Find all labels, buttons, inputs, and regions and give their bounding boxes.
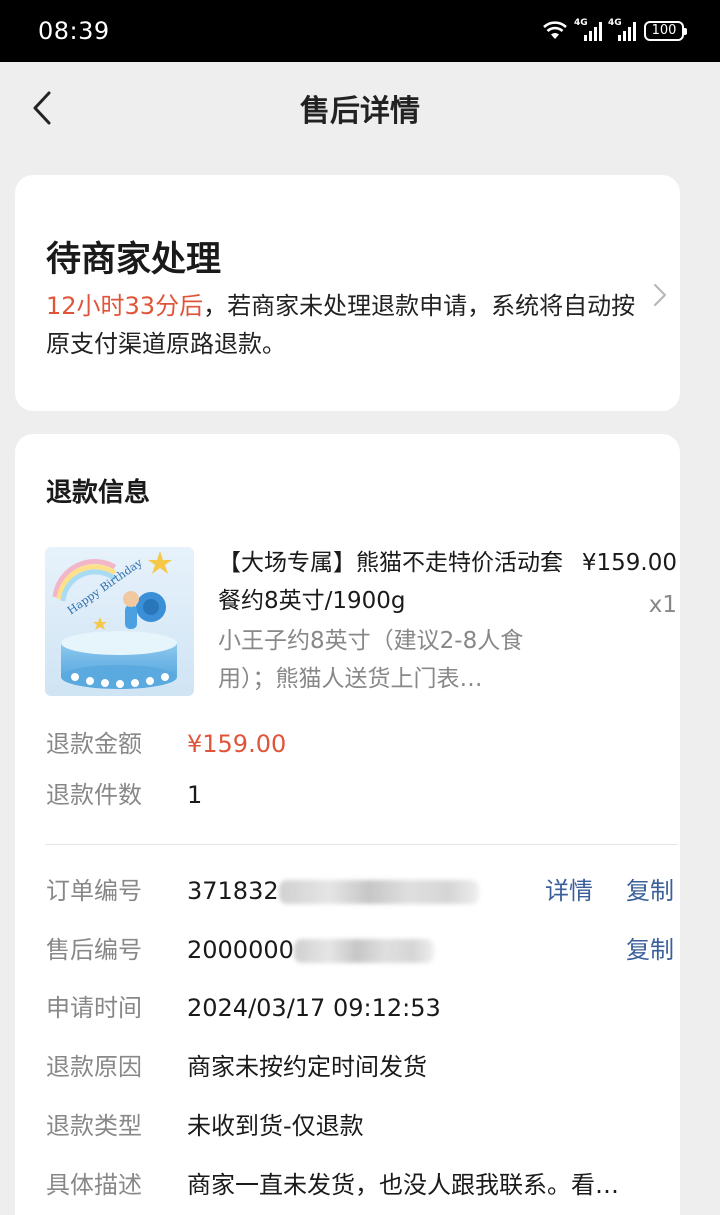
refund-count-value: 1 [187,781,203,809]
after-sale-number-label: 售后编号 [46,936,142,964]
apply-time-label: 申请时间 [46,994,142,1022]
refund-amount-value: ¥159.00 [187,730,287,758]
countdown-text: 12小时33分后 [46,292,204,320]
product-name[interactable]: 【大场专属】熊猫不走特价活动套餐约8英寸/1900g [218,544,563,620]
refund-type-label: 退款类型 [46,1112,142,1140]
signal-label: 4G [608,18,622,28]
after-sale-number-row: 售后编号 2000000 [46,932,434,968]
product-price: ¥159.00 [581,550,677,576]
apply-time-row: 申请时间 2024/03/17 09:12:53 [46,990,441,1026]
status-description: 12小时33分后，若商家未处理退款申请，系统将自动按原支付渠道原路退款。 [46,287,636,363]
order-number-text: 371832 [187,877,279,905]
status-title: 待商家处理 [46,240,222,280]
product-quantity: x1 [648,592,677,618]
status-time: 08:39 [38,17,110,45]
refund-reason-value: 商家未按约定时间发货 [187,1053,427,1081]
status-bar: 08:39 4G 4G 100 [0,0,720,62]
order-number-label: 订单编号 [46,877,142,905]
refund-info-card: 退款信息 Happy Birthday 【大场专属】熊猫不走特价活动套餐约8英寸… [15,434,680,1215]
refund-amount-row: 退款金额 ¥159.00 [46,726,286,762]
chevron-left-icon [33,91,51,125]
refund-count-label: 退款件数 [46,781,142,809]
copy-order-number-button[interactable]: 复制 [626,873,674,909]
refund-type-value: 未收到货-仅退款 [187,1112,364,1140]
refund-amount-label: 退款金额 [46,730,142,758]
signal-icon: 4G [574,18,602,41]
battery-icon: 100 [644,21,687,41]
order-number-value: 371832 [187,873,479,909]
copy-after-sale-number-button[interactable]: 复制 [626,932,674,968]
back-button[interactable] [26,88,58,128]
refund-reason-row: 退款原因 商家未按约定时间发货 [46,1049,427,1085]
page-title: 售后详情 [300,94,420,129]
product-spec: 小王子约8英寸（建议2-8人食用）；熊猫人送货上门表… [218,628,524,692]
refund-type-row: 退款类型 未收到货-仅退款 [46,1108,364,1144]
divider [45,844,678,845]
after-sale-number-text: 2000000 [187,936,294,964]
section-title: 退款信息 [46,478,151,508]
description-row[interactable]: 具体描述 商家一直未发货，也没人跟我联系。看… [46,1167,619,1203]
after-sale-number-value: 2000000 [187,932,434,968]
status-icons: 4G 4G 100 [542,18,687,41]
apply-time-value: 2024/03/17 09:12:53 [187,994,441,1022]
redacted-blur [278,880,479,904]
signal-label: 4G [574,18,588,28]
status-card[interactable]: 待商家处理 12小时33分后，若商家未处理退款申请，系统将自动按原支付渠道原路退… [15,175,680,411]
nav-bar: 售后详情 [0,62,720,154]
order-detail-link[interactable]: 详情 [545,873,593,909]
order-number-row: 订单编号 371832 [46,873,479,909]
refund-reason-label: 退款原因 [46,1053,142,1081]
wifi-icon [543,21,567,39]
signal-icon: 4G [608,18,636,41]
chevron-right-icon[interactable] [640,275,680,315]
refund-count-row: 退款件数 1 [46,777,202,813]
product-image[interactable]: Happy Birthday [45,547,194,696]
description-value: 商家一直未发货，也没人跟我联系。看… [187,1171,619,1199]
redacted-blur [293,939,434,963]
description-label: 具体描述 [46,1171,142,1199]
